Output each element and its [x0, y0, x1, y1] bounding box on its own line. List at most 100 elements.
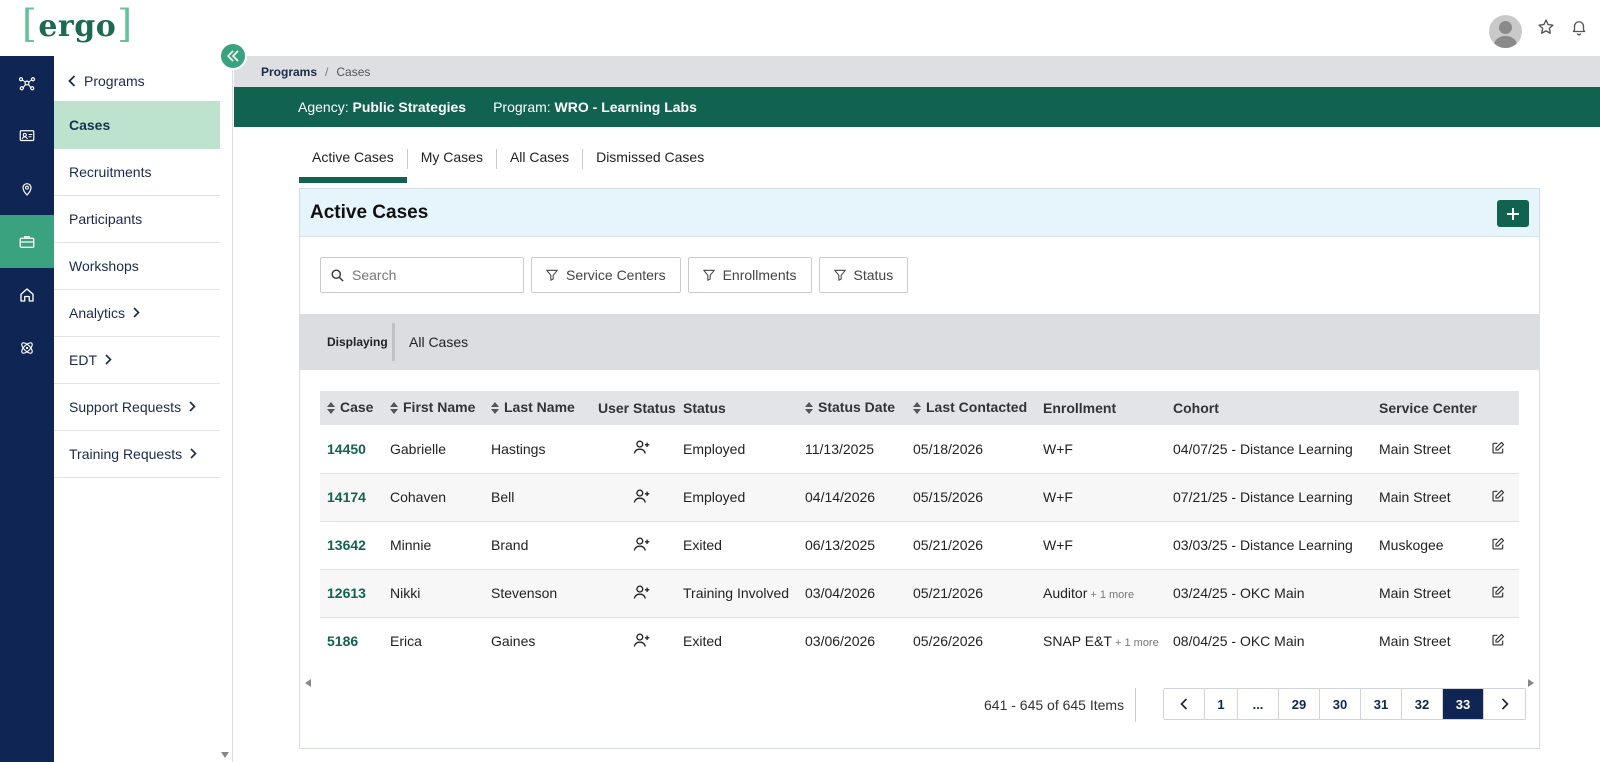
table-row[interactable]: 5186 Erica Gaines Exited 03/06/2026 05/26/202…: [320, 617, 1519, 665]
column-header-status: Status: [676, 391, 798, 425]
sidebar-item-support-requests[interactable]: Support Requests: [54, 383, 220, 431]
user-status-cell: [591, 425, 676, 473]
case-id-link[interactable]: 13642: [320, 521, 383, 569]
table-row[interactable]: 14450 Gabrielle Hastings Employed 11/13/2025…: [320, 425, 1519, 473]
edit-icon[interactable]: [1491, 633, 1505, 650]
page-button-31[interactable]: 31: [1361, 689, 1402, 719]
page-button-1[interactable]: 1: [1205, 689, 1238, 719]
scroll-right-arrow[interactable]: [1528, 679, 1534, 687]
enrollment-cell: W+F: [1036, 521, 1166, 569]
page-button-33[interactable]: 33: [1443, 689, 1484, 719]
enrollment-more-link[interactable]: + 1 more: [1090, 589, 1134, 601]
page-button-30[interactable]: 30: [1320, 689, 1361, 719]
user-avatar[interactable]: [1489, 15, 1522, 48]
last-name-cell: Gaines: [491, 633, 536, 650]
page-button-32[interactable]: 32: [1402, 689, 1443, 719]
case-id-link[interactable]: 12613: [320, 569, 383, 617]
sidebar-item-workshops[interactable]: Workshops: [54, 242, 220, 290]
rail-item-home[interactable]: [0, 268, 54, 321]
sidebar-item-label: Analytics: [69, 304, 126, 321]
pagination: 1... 29 30 31 32 33: [1163, 688, 1526, 720]
chevron-right-icon: [105, 352, 112, 368]
column-header-label: Service Center: [1379, 400, 1478, 416]
rail-item-id-card[interactable]: [0, 109, 54, 162]
table-row[interactable]: 13642 Minnie Brand Exited 06/13/2025 05/21/20…: [320, 521, 1519, 569]
sidebar-item-training-requests[interactable]: Training Requests: [54, 430, 220, 478]
enrollment-cell: W+F: [1036, 425, 1166, 473]
scroll-left-arrow[interactable]: [305, 679, 311, 687]
case-id-link[interactable]: 14450: [320, 425, 383, 473]
sidebar-item-label: Participants: [69, 210, 143, 227]
collapse-sidebar-button[interactable]: [219, 42, 247, 70]
rail-item-briefcase[interactable]: [0, 215, 54, 268]
user-add-icon[interactable]: [633, 488, 651, 507]
tab-active-cases[interactable]: Active Cases: [299, 143, 407, 183]
star-icon[interactable]: [1536, 17, 1556, 37]
sidebar-item-recruitments[interactable]: Recruitments: [54, 148, 220, 196]
service-center-cell: Main Street: [1379, 440, 1451, 457]
avatar-head: [1499, 21, 1512, 34]
tab-dismissed-cases[interactable]: Dismissed Cases: [583, 143, 717, 183]
table-header-row: Case First Name Last Name User Status Status…: [320, 391, 1519, 425]
edit-icon[interactable]: [1491, 537, 1505, 554]
pager-divider: [1135, 688, 1136, 722]
filter-service-centers-button[interactable]: Service Centers: [531, 257, 681, 293]
displaying-value[interactable]: All Cases: [395, 334, 468, 350]
filter-button-label: Status: [853, 267, 894, 283]
chevron-right-icon: [189, 399, 196, 415]
table-row[interactable]: 12613 Nikki Stevenson Training Involved 03/0…: [320, 569, 1519, 617]
user-add-icon[interactable]: [633, 439, 651, 458]
cohort-cell: 07/21/25 - Distance Learning: [1173, 489, 1353, 505]
sidebar-item-edt[interactable]: EDT: [54, 336, 220, 384]
edit-cell: [1484, 521, 1519, 569]
previous-page-button[interactable]: [1164, 689, 1205, 719]
column-header-status-date[interactable]: Status Date: [798, 391, 906, 425]
user-add-icon[interactable]: [633, 536, 651, 555]
table-row[interactable]: 14174 Cohaven Bell Employed 04/14/2026 05/15/…: [320, 473, 1519, 521]
sidebar-scroll-down-arrow[interactable]: [221, 752, 229, 758]
next-page-button[interactable]: [1484, 689, 1525, 719]
edit-icon[interactable]: [1491, 489, 1505, 506]
sidebar-item-label: Cases: [69, 117, 111, 133]
bell-icon[interactable]: [1569, 17, 1589, 37]
column-header-label: Case: [340, 399, 374, 416]
tab-my-cases[interactable]: My Cases: [408, 143, 496, 183]
rail-item-atom[interactable]: [0, 321, 54, 374]
user-add-icon[interactable]: [633, 632, 651, 651]
rail-item-network[interactable]: [0, 56, 54, 109]
rail-item-location[interactable]: [0, 162, 54, 215]
sidebar-item-analytics[interactable]: Analytics: [54, 289, 220, 337]
column-header-last-contacted[interactable]: Last Contacted: [906, 391, 1036, 425]
user-add-icon[interactable]: [633, 584, 651, 603]
status-cell: Exited: [683, 537, 722, 553]
column-header-case[interactable]: Case: [320, 391, 383, 425]
page-ellipsis: ...: [1238, 689, 1279, 719]
breadcrumb-programs[interactable]: Programs: [261, 65, 317, 79]
search-input[interactable]: [352, 267, 512, 283]
edit-icon[interactable]: [1491, 585, 1505, 602]
search-box[interactable]: [320, 257, 524, 293]
sort-icon: [913, 401, 921, 417]
case-id-link[interactable]: 5186: [320, 617, 383, 665]
horizontal-scrollbar[interactable]: [305, 677, 1534, 687]
add-case-button[interactable]: [1497, 200, 1529, 227]
edit-cell: [1484, 473, 1519, 521]
tab-all-cases[interactable]: All Cases: [497, 143, 582, 183]
enrollment-more-link[interactable]: + 1 more: [1115, 637, 1159, 649]
column-header-last-name[interactable]: Last Name: [484, 391, 591, 425]
filter-enrollments-button[interactable]: Enrollments: [687, 257, 812, 293]
edit-icon[interactable]: [1491, 441, 1505, 458]
sidebar-item-participants[interactable]: Participants: [54, 195, 220, 243]
page-button-29[interactable]: 29: [1279, 689, 1320, 719]
sidebar-item-cases[interactable]: Cases: [54, 101, 220, 149]
column-header-first-name[interactable]: First Name: [383, 391, 484, 425]
column-header-label: Status: [683, 400, 726, 416]
filter-status-button[interactable]: Status: [818, 257, 909, 293]
last-name-cell: Stevenson: [491, 585, 558, 601]
logo-bracket-left: [: [22, 2, 38, 46]
back-to-programs-link[interactable]: Programs: [68, 66, 145, 96]
cohort-cell: 08/04/25 - OKC Main: [1173, 633, 1305, 650]
ergo-logo[interactable]: [ ergo ]: [22, 2, 133, 46]
case-id-link[interactable]: 14174: [320, 473, 383, 521]
last-contacted-cell: 05/26/2026: [913, 633, 984, 650]
